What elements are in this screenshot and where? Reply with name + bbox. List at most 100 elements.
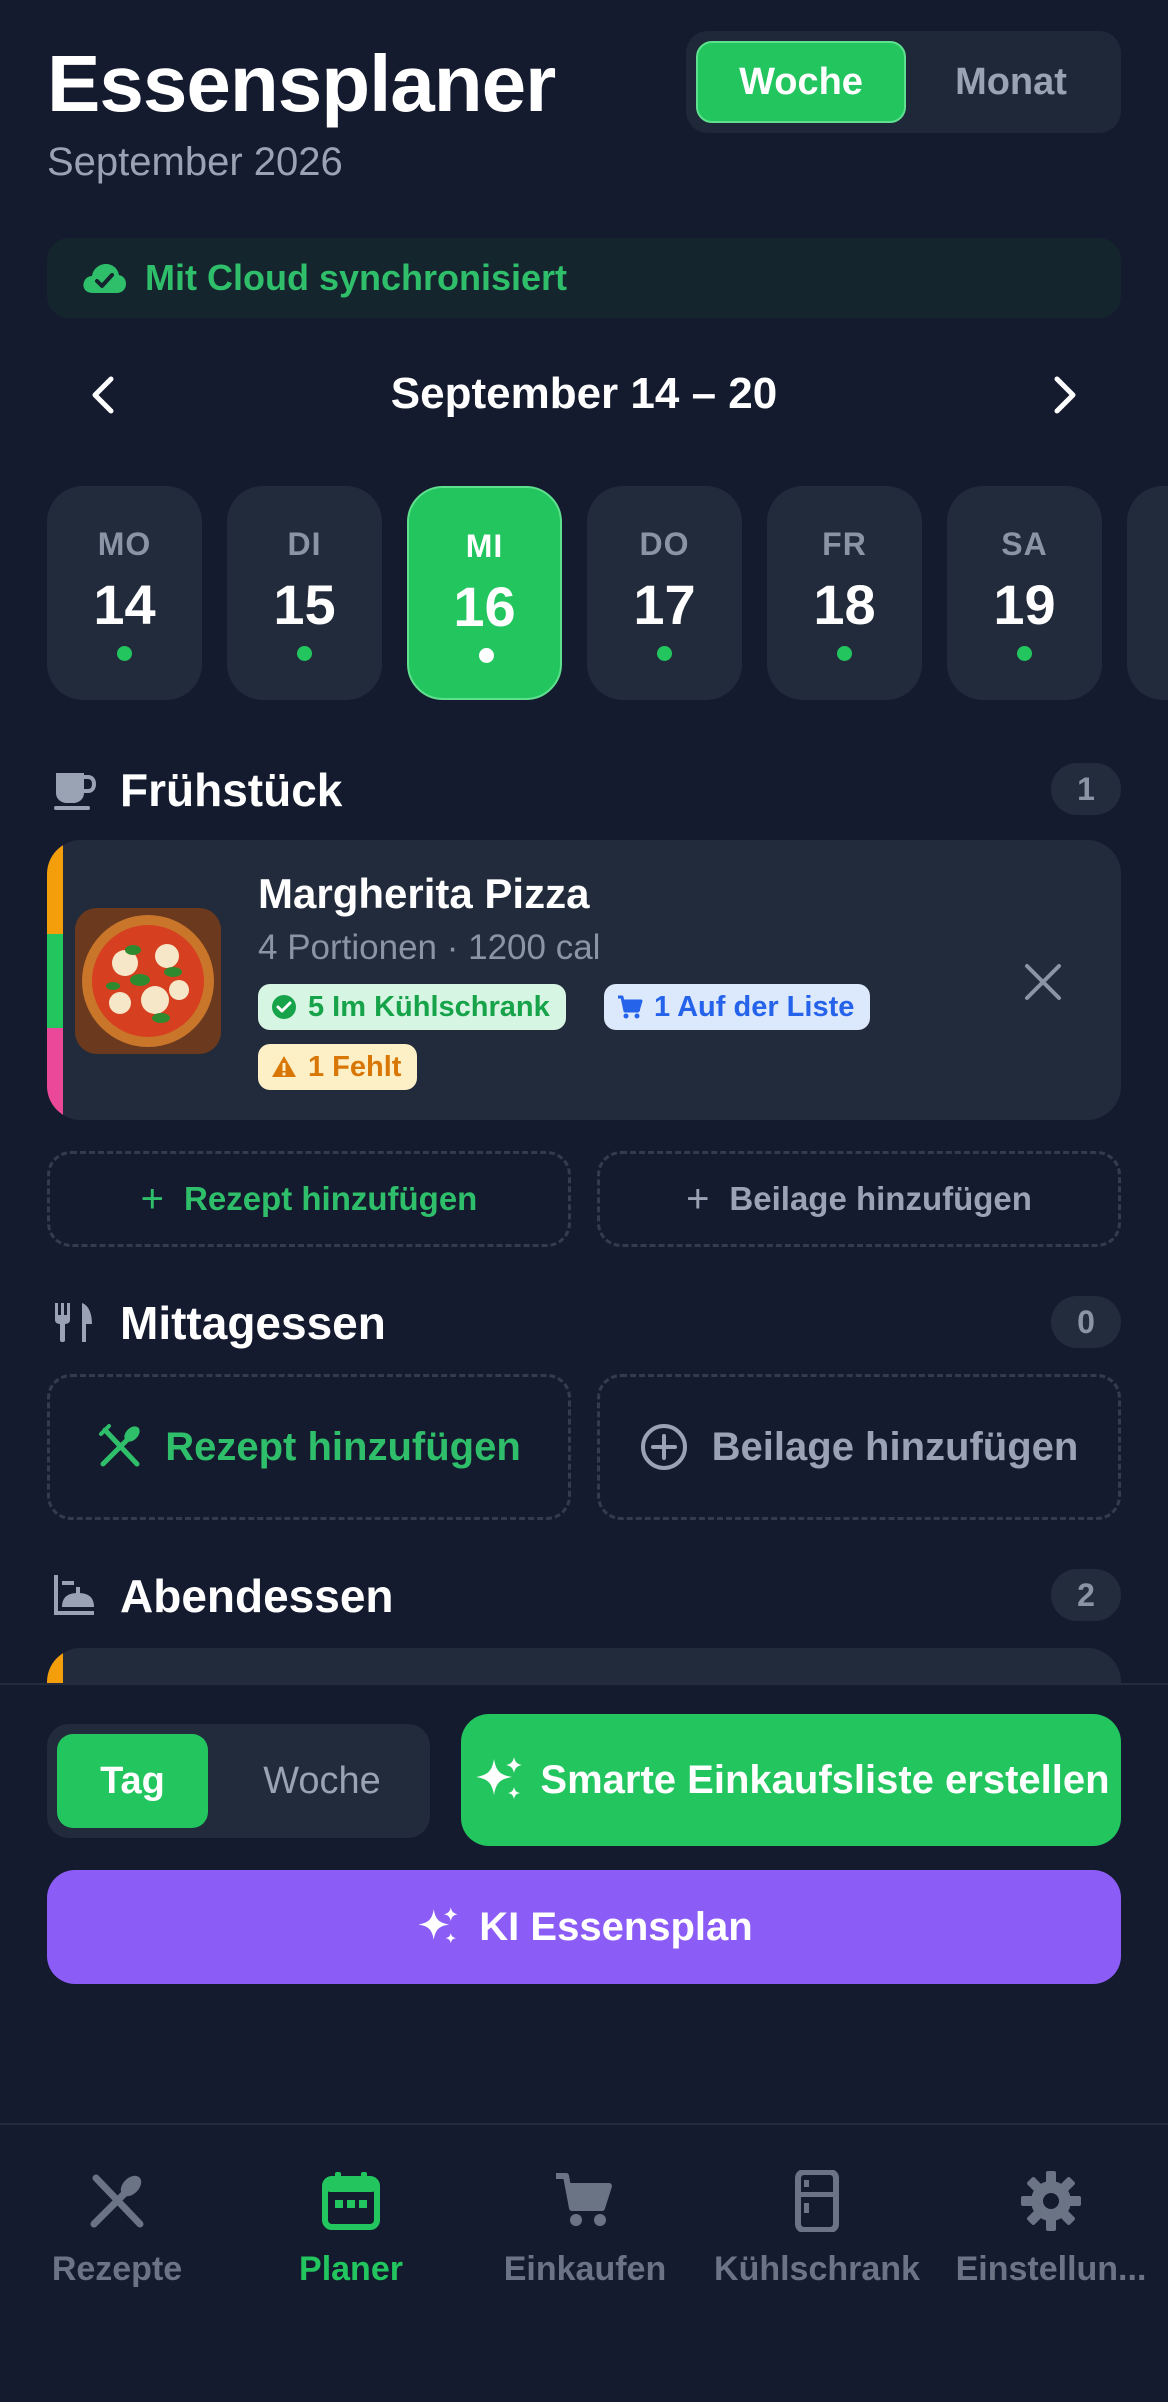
section-dinner-header: Abendessen 2 bbox=[47, 1563, 1121, 1627]
day-date: 14 bbox=[93, 573, 156, 636]
fridge-badge-label: 5 Im Kühlschrank bbox=[308, 990, 550, 1023]
day-name: SA bbox=[1001, 526, 1048, 562]
plus-icon: + bbox=[686, 1176, 710, 1221]
smart-shopping-list-button[interactable]: Smarte Einkaufsliste erstellen bbox=[461, 1714, 1121, 1846]
day-chip-fr[interactable]: FR 18 bbox=[767, 486, 922, 700]
day-date: 16 bbox=[453, 575, 516, 638]
day-name: MO bbox=[97, 526, 152, 562]
add-recipe-label: Rezept hinzufügen bbox=[184, 1180, 478, 1217]
day-chip-do[interactable]: DO 17 bbox=[587, 486, 742, 700]
day-chip-di[interactable]: DI 15 bbox=[227, 486, 382, 700]
check-circle-icon bbox=[272, 995, 296, 1019]
dinner-plate-icon bbox=[54, 1575, 94, 1615]
tab-fridge[interactable]: Kühlschrank bbox=[700, 2170, 934, 2290]
meal-indicator-dot bbox=[1017, 646, 1032, 661]
sync-status-text: Mit Cloud synchronisiert bbox=[145, 257, 568, 298]
sparkles-icon bbox=[418, 1907, 458, 1944]
category-stripe bbox=[47, 1028, 63, 1120]
day-chip-mi[interactable]: MI 16 bbox=[407, 486, 562, 700]
section-title: Mittagessen bbox=[120, 1297, 386, 1349]
fridge-icon bbox=[795, 2170, 839, 2232]
shopping-list-badge: 1 Auf der Liste bbox=[604, 984, 871, 1030]
scope-toggle-week[interactable]: Woche bbox=[222, 1734, 422, 1828]
plus-icon: + bbox=[140, 1176, 165, 1221]
add-recipe-button-breakfast[interactable]: + Rezept hinzufügen bbox=[47, 1151, 571, 1247]
meal-card[interactable]: Margherita Pizza 4 Portionen · 1200 cal … bbox=[47, 840, 1121, 1120]
warning-icon bbox=[272, 1056, 296, 1077]
fork-knife-icon bbox=[55, 1303, 92, 1342]
week-navigator: September 14 – 20 bbox=[47, 355, 1121, 435]
tab-settings[interactable]: Einstellun... bbox=[934, 2170, 1168, 2290]
view-toggle: Woche Monat bbox=[686, 31, 1121, 133]
smart-shopping-list-label: Smarte Einkaufsliste erstellen bbox=[540, 1757, 1110, 1802]
add-side-button-lunch[interactable]: Beilage hinzufügen bbox=[597, 1374, 1121, 1520]
missing-badge: 1 Fehlt bbox=[258, 1044, 418, 1090]
ai-meal-plan-button[interactable]: KI Essensplan bbox=[47, 1870, 1121, 1984]
add-recipe-button-lunch[interactable]: Rezept hinzufügen bbox=[47, 1374, 571, 1520]
gear-icon bbox=[1021, 2171, 1081, 2231]
day-chip-sa[interactable]: SA 19 bbox=[947, 486, 1102, 700]
tab-label: Rezepte bbox=[51, 2250, 183, 2288]
plus-circle-icon bbox=[640, 1424, 687, 1470]
scope-toggle-day[interactable]: Tag bbox=[57, 1734, 208, 1828]
tab-label: Einkaufen bbox=[503, 2250, 667, 2288]
fridge-badge: 5 Im Kühlschrank bbox=[258, 984, 566, 1030]
scope-toggle: Tag Woche bbox=[47, 1724, 430, 1838]
tab-label: Kühlschrank bbox=[714, 2250, 920, 2288]
utensils-crossed-icon bbox=[90, 2174, 144, 2228]
meal-title: Margherita Pizza bbox=[258, 870, 590, 917]
coffee-cup-icon bbox=[54, 773, 96, 810]
meal-details: 4 Portionen · 1200 cal bbox=[258, 928, 601, 967]
section-title: Frühstück bbox=[120, 764, 343, 816]
add-side-label: Beilage hinzufügen bbox=[729, 1180, 1032, 1217]
cart-icon bbox=[618, 995, 643, 1019]
day-date: 18 bbox=[813, 573, 876, 636]
day-date: 17 bbox=[633, 573, 696, 636]
tab-recipes[interactable]: Rezepte bbox=[0, 2170, 234, 2290]
day-date: 19 bbox=[993, 573, 1056, 636]
close-icon[interactable] bbox=[1021, 960, 1065, 1004]
section-count-badge: 0 bbox=[1051, 1296, 1121, 1348]
meal-indicator-dot bbox=[297, 646, 312, 661]
meal-thumbnail bbox=[75, 908, 221, 1054]
tab-label: Planer bbox=[299, 2250, 403, 2288]
day-chip-partial[interactable] bbox=[1127, 486, 1168, 700]
add-side-button-breakfast[interactable]: + Beilage hinzufügen bbox=[597, 1151, 1121, 1247]
section-count-badge: 1 bbox=[1051, 763, 1121, 815]
meal-indicator-dot bbox=[837, 646, 852, 661]
tab-planner[interactable]: Planer bbox=[234, 2170, 468, 2290]
shopping-list-badge-label: 1 Auf der Liste bbox=[654, 990, 855, 1023]
calendar-icon bbox=[322, 2172, 380, 2230]
add-recipe-label: Rezept hinzufügen bbox=[165, 1424, 521, 1469]
category-stripe bbox=[47, 840, 63, 934]
day-name: DO bbox=[639, 526, 690, 562]
cloud-check-icon bbox=[83, 264, 126, 293]
section-title: Abendessen bbox=[120, 1570, 394, 1622]
category-stripe bbox=[47, 934, 63, 1028]
utensils-crossed-icon bbox=[99, 1424, 140, 1467]
add-side-label: Beilage hinzufügen bbox=[711, 1424, 1079, 1469]
day-date: 15 bbox=[273, 573, 336, 636]
view-toggle-month[interactable]: Monat bbox=[911, 41, 1111, 123]
ai-meal-plan-label: KI Essensplan bbox=[479, 1904, 753, 1949]
section-lunch-header: Mittagessen 0 bbox=[47, 1290, 1121, 1354]
meal-indicator-dot bbox=[117, 646, 132, 661]
week-range-label: September 14 – 20 bbox=[390, 369, 778, 418]
day-name: DI bbox=[287, 526, 322, 562]
section-breakfast-header: Frühstück 1 bbox=[47, 757, 1121, 821]
tab-label: Einstellun... bbox=[955, 2250, 1147, 2288]
sync-status-banner: Mit Cloud synchronisiert bbox=[47, 238, 1121, 318]
missing-badge-label: 1 Fehlt bbox=[308, 1050, 402, 1083]
page-subtitle: September 2026 bbox=[47, 140, 343, 184]
sparkles-icon bbox=[476, 1757, 523, 1799]
meal-indicator-dot bbox=[657, 646, 672, 661]
page-title: Essensplaner bbox=[47, 39, 556, 128]
view-toggle-week[interactable]: Woche bbox=[696, 41, 906, 123]
day-name: FR bbox=[822, 526, 867, 562]
day-chip-mo[interactable]: MO 14 bbox=[47, 486, 202, 700]
meal-indicator-dot bbox=[479, 648, 494, 663]
chevron-right-icon[interactable] bbox=[1039, 369, 1091, 421]
section-count-badge: 2 bbox=[1051, 1569, 1121, 1621]
day-name: MI bbox=[465, 528, 504, 564]
tab-shopping[interactable]: Einkaufen bbox=[468, 2170, 702, 2290]
